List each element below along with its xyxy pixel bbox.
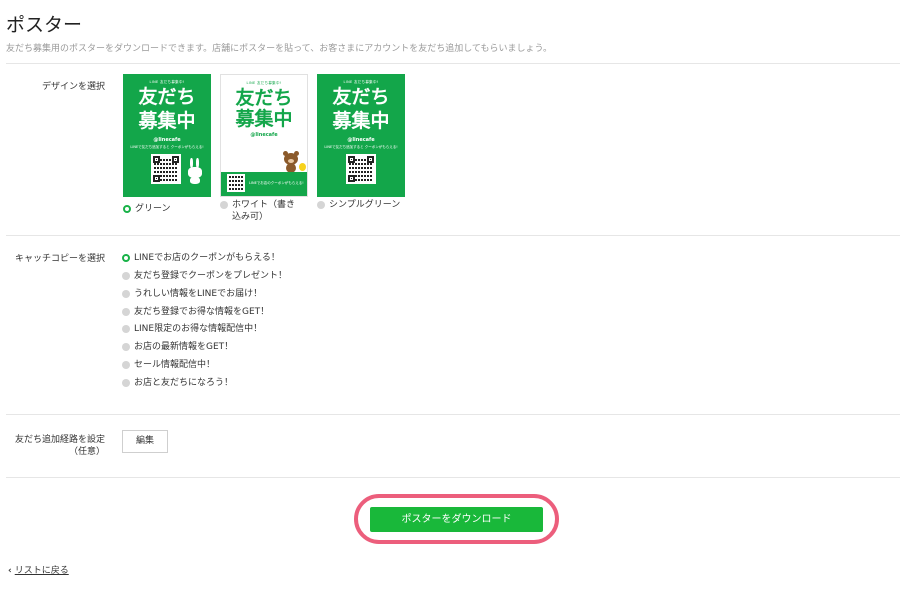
- download-button[interactable]: ポスターをダウンロード: [370, 507, 543, 532]
- bear-character-icon: [283, 151, 299, 173]
- edit-button[interactable]: 編集: [122, 430, 168, 453]
- design-option-label: グリーン: [135, 204, 171, 214]
- divider: [6, 414, 900, 415]
- radio-icon: [122, 342, 130, 351]
- divider: [6, 235, 900, 236]
- back-link[interactable]: ‹ リストに戻る: [8, 563, 69, 576]
- poster-top-text: LINE 友だち募集中!: [343, 80, 379, 84]
- catchcopy-label: キャッチコピーを選択: [14, 254, 105, 264]
- design-option-white[interactable]: ホワイト（書き込み可）: [220, 199, 310, 223]
- radio-icon: [123, 204, 131, 213]
- divider: [6, 63, 900, 64]
- design-option-simple-green[interactable]: シンプルグリーン: [317, 199, 407, 211]
- poster-small-text: LINEで友だち追加すると クーポンがもらえる!: [130, 145, 204, 149]
- divider: [6, 477, 900, 478]
- poster-top-text: LINE 友だち募集中!: [246, 81, 282, 85]
- radio-icon: [122, 324, 130, 333]
- poster-handle: @linecafe: [347, 137, 375, 143]
- radio-icon: [220, 200, 228, 209]
- design-label: デザインを選択: [41, 82, 105, 92]
- poster-headline-1: 友だち: [332, 86, 390, 108]
- poster-headline-1: 友だち: [235, 87, 293, 109]
- page-subtitle: 友だち募集用のポスターをダウンロードできます。店舗にポスターを貼って、お客さまに…: [6, 44, 552, 54]
- design-option-label: シンプルグリーン: [329, 200, 401, 210]
- poster-headline-2: 募集中: [138, 110, 196, 132]
- radio-icon: [122, 271, 130, 280]
- catchcopy-option[interactable]: うれしい情報をLINEでお届け！: [122, 286, 262, 299]
- catchcopy-option[interactable]: LINEでお店のクーポンがもらえる！: [122, 250, 280, 263]
- poster-green-band: LINEでお店のクーポンがもらえる!: [221, 172, 307, 196]
- poster-top-text: LINE 友だち募集中!: [149, 80, 185, 84]
- catchcopy-option[interactable]: お店と友だちになろう！: [122, 375, 233, 388]
- page-title: ポスター: [6, 14, 83, 36]
- poster-headline-2: 募集中: [332, 110, 390, 132]
- radio-icon: [317, 200, 325, 209]
- poster-green-preview[interactable]: LINE 友だち募集中! 友だち 募集中 @linecafe LINEで友だち追…: [123, 74, 211, 197]
- qr-code-icon: [346, 154, 376, 184]
- qr-code-icon: [227, 174, 245, 192]
- route-label: 友だち追加経路を設定 （任意）: [14, 435, 105, 457]
- poster-headline-1: 友だち: [138, 86, 196, 108]
- radio-icon: [122, 360, 130, 369]
- poster-small-text: LINEで友だち追加すると クーポンがもらえる!: [324, 145, 398, 149]
- catchcopy-option[interactable]: 友だち登録でクーポンをプレゼント！: [122, 268, 287, 281]
- radio-icon: [122, 307, 130, 316]
- poster-band-text: LINEでお店のクーポンがもらえる!: [249, 181, 304, 185]
- poster-simple-green-preview[interactable]: LINE 友だち募集中! 友だち 募集中 @linecafe LINEで友だち追…: [317, 74, 405, 197]
- radio-icon: [122, 253, 130, 262]
- bunny-character-icon: [188, 158, 202, 184]
- poster-white-preview[interactable]: LINE 友だち募集中! 友だち 募集中 @linecafe LINEでお店のク…: [220, 74, 308, 197]
- design-option-green[interactable]: グリーン: [123, 201, 171, 214]
- catchcopy-option[interactable]: 友だち登録でお得な情報をGET！: [122, 304, 269, 317]
- poster-handle: @linecafe: [153, 137, 181, 143]
- catchcopy-option[interactable]: セール情報配信中！: [122, 357, 215, 370]
- catchcopy-option[interactable]: LINE限定のお得な情報配信中！: [122, 321, 262, 334]
- radio-icon: [122, 378, 130, 387]
- qr-code-icon: [151, 154, 181, 184]
- catchcopy-option[interactable]: お店の最新情報をGET！: [122, 339, 233, 352]
- design-option-label: ホワイト（書き込み可）: [232, 200, 296, 222]
- radio-icon: [122, 289, 130, 298]
- chevron-left-icon: ‹: [8, 566, 12, 576]
- poster-handle: @linecafe: [250, 132, 278, 138]
- poster-headline-2: 募集中: [235, 108, 293, 130]
- chick-character-icon: [299, 163, 306, 171]
